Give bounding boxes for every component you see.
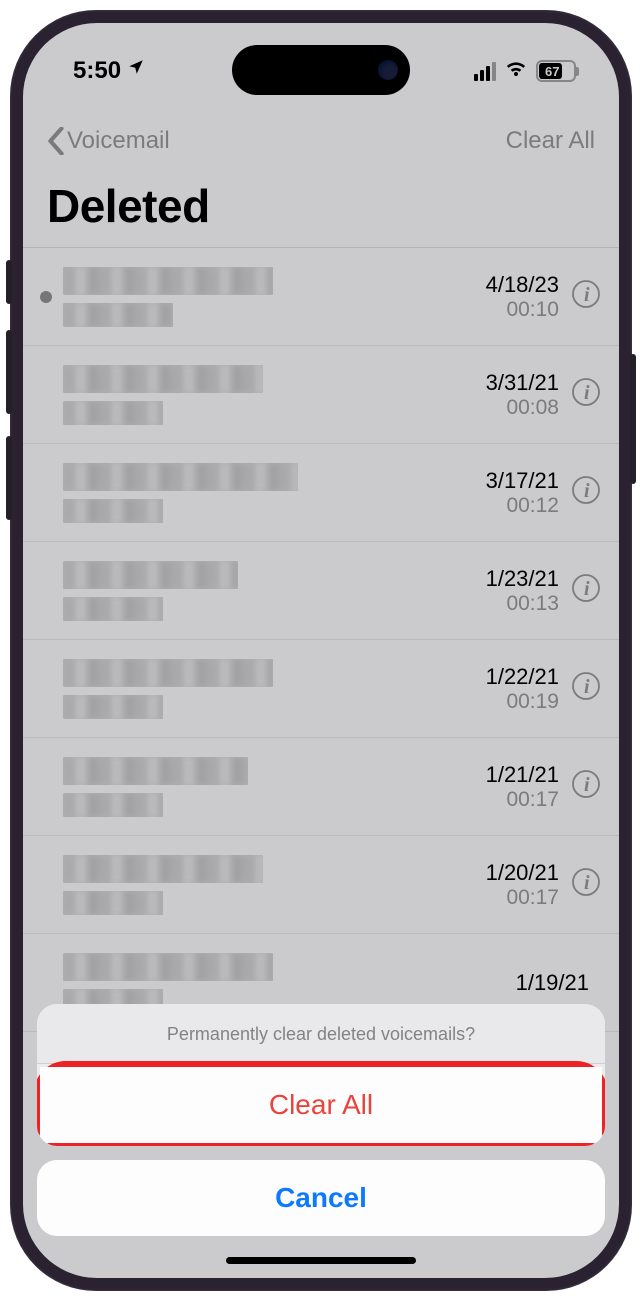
clear-all-nav-button[interactable]: Clear All — [506, 127, 595, 155]
caller-info — [59, 463, 461, 523]
voicemail-meta: 1/22/2100:19 — [461, 664, 571, 714]
caller-name-redacted — [63, 561, 238, 589]
svg-text:i: i — [584, 284, 590, 306]
page-title: Deleted — [23, 171, 619, 247]
voicemail-row[interactable]: 1/20/2100:17 i — [23, 836, 619, 934]
voicemail-list[interactable]: 4/18/2300:10i3/31/2100:08i3/17/2100:12i1… — [23, 247, 619, 1032]
voicemail-date: 1/21/21 — [461, 762, 559, 788]
voicemail-row[interactable]: 4/18/2300:10 i — [23, 248, 619, 346]
caller-info — [59, 561, 461, 621]
svg-text:i: i — [584, 676, 590, 698]
info-button[interactable]: i — [571, 279, 601, 314]
voicemail-meta: 1/19/21 — [491, 970, 601, 996]
mute-switch — [6, 260, 12, 304]
cellular-signal-icon — [474, 62, 496, 81]
location-arrow-icon — [127, 58, 145, 82]
voicemail-duration: 00:17 — [461, 788, 559, 812]
caller-sub-redacted — [63, 499, 163, 523]
svg-text:i: i — [584, 774, 590, 796]
cancel-button[interactable]: Cancel — [37, 1160, 605, 1236]
action-sheet-message: Permanently clear deleted voicemails? — [37, 1004, 605, 1064]
voicemail-row[interactable]: 3/17/2100:12 i — [23, 444, 619, 542]
caller-sub-redacted — [63, 695, 163, 719]
highlight-ring: Clear All — [37, 1061, 605, 1146]
battery-percent: 67 — [545, 64, 559, 79]
back-label: Voicemail — [67, 127, 170, 155]
caller-sub-redacted — [63, 891, 163, 915]
voicemail-meta: 3/31/2100:08 — [461, 370, 571, 420]
voicemail-date: 3/17/21 — [461, 468, 559, 494]
voicemail-date: 3/31/21 — [461, 370, 559, 396]
status-time: 5:50 — [73, 57, 121, 85]
voicemail-duration: 00:19 — [461, 690, 559, 714]
voicemail-date: 4/18/23 — [461, 272, 559, 298]
voicemail-duration: 00:08 — [461, 396, 559, 420]
voicemail-date: 1/20/21 — [461, 860, 559, 886]
unread-indicator — [33, 291, 59, 303]
caller-info — [59, 267, 461, 327]
caller-name-redacted — [63, 953, 273, 981]
voicemail-row[interactable]: 1/22/2100:19 i — [23, 640, 619, 738]
nav-bar: Voicemail Clear All — [23, 111, 619, 171]
caller-name-redacted — [63, 659, 273, 687]
info-button[interactable]: i — [571, 671, 601, 706]
front-camera — [378, 60, 398, 80]
voicemail-duration: 00:10 — [461, 298, 559, 322]
voicemail-date: 1/22/21 — [461, 664, 559, 690]
volume-up-button — [6, 330, 12, 414]
info-button[interactable]: i — [571, 769, 601, 804]
caller-sub-redacted — [63, 793, 163, 817]
voicemail-meta: 4/18/2300:10 — [461, 272, 571, 322]
battery-icon: 67 — [536, 60, 579, 82]
caller-info — [59, 855, 461, 915]
voicemail-row[interactable]: 1/21/2100:17 i — [23, 738, 619, 836]
info-button[interactable]: i — [571, 475, 601, 510]
voicemail-duration: 00:12 — [461, 494, 559, 518]
caller-name-redacted — [63, 365, 263, 393]
svg-text:i: i — [584, 872, 590, 894]
clear-all-confirm-button[interactable]: Clear All — [40, 1067, 602, 1143]
caller-sub-redacted — [63, 401, 163, 425]
wifi-icon — [504, 57, 528, 85]
dynamic-island — [232, 45, 410, 95]
voicemail-duration: 00:13 — [461, 592, 559, 616]
chevron-left-icon — [47, 127, 65, 155]
info-button[interactable]: i — [571, 573, 601, 608]
caller-info — [59, 659, 461, 719]
caller-name-redacted — [63, 757, 248, 785]
info-button[interactable]: i — [571, 867, 601, 902]
svg-text:i: i — [584, 382, 590, 404]
caller-sub-redacted — [63, 303, 173, 327]
voicemail-meta: 1/20/2100:17 — [461, 860, 571, 910]
caller-info — [59, 365, 461, 425]
voicemail-row[interactable]: 3/31/2100:08 i — [23, 346, 619, 444]
action-sheet: Permanently clear deleted voicemails? Cl… — [23, 1004, 619, 1278]
caller-name-redacted — [63, 267, 273, 295]
screen: 5:50 67 Voicemail Cl — [23, 23, 619, 1278]
info-button[interactable]: i — [571, 377, 601, 412]
voicemail-date: 1/19/21 — [491, 970, 589, 996]
back-button[interactable]: Voicemail — [47, 127, 170, 155]
caller-info — [59, 757, 461, 817]
power-button — [630, 354, 636, 484]
phone-frame: 5:50 67 Voicemail Cl — [10, 10, 632, 1291]
svg-text:i: i — [584, 578, 590, 600]
caller-name-redacted — [63, 463, 298, 491]
voicemail-meta: 1/23/2100:13 — [461, 566, 571, 616]
caller-name-redacted — [63, 855, 263, 883]
voicemail-duration: 00:17 — [461, 886, 559, 910]
home-indicator[interactable] — [226, 1257, 416, 1264]
action-sheet-group: Permanently clear deleted voicemails? Cl… — [37, 1004, 605, 1146]
voicemail-meta: 3/17/2100:12 — [461, 468, 571, 518]
svg-text:i: i — [584, 480, 590, 502]
voicemail-meta: 1/21/2100:17 — [461, 762, 571, 812]
voicemail-date: 1/23/21 — [461, 566, 559, 592]
voicemail-row[interactable]: 1/23/2100:13 i — [23, 542, 619, 640]
volume-down-button — [6, 436, 12, 520]
caller-sub-redacted — [63, 597, 163, 621]
